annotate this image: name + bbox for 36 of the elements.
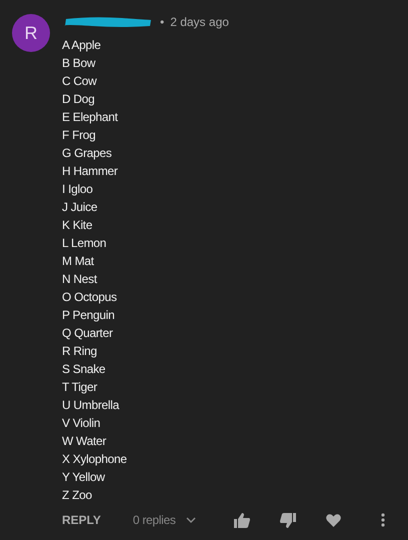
replies-toggle[interactable]: 0 replies: [132, 513, 196, 527]
comment-line: Y Yellow: [62, 469, 106, 486]
avatar[interactable]: R: [12, 14, 50, 52]
comment-line: V Violin: [62, 415, 102, 432]
comment-line: Q Quarter: [62, 325, 114, 342]
comment-line: L Lemon: [62, 235, 108, 252]
comment-line: I Igloo: [62, 181, 94, 198]
comment-line: Z Zoo: [62, 487, 93, 504]
comment-line: F Frog: [62, 127, 97, 144]
chevron-down-icon: [186, 517, 196, 523]
heart-icon[interactable]: [326, 514, 341, 526]
comment-line: E Elephant: [62, 109, 119, 126]
separator: •: [160, 15, 164, 29]
comment-line: G Grapes: [62, 145, 113, 162]
thumbs-down-icon[interactable]: [280, 512, 296, 528]
comment-line: O Octopus: [62, 289, 118, 306]
comment-line: N Nest: [62, 271, 98, 288]
reply-button[interactable]: REPLY: [62, 513, 101, 527]
timestamp[interactable]: 2 days ago: [170, 15, 229, 29]
comment-line: B Bow: [62, 55, 96, 72]
comment-line: K Kite: [62, 217, 94, 234]
comment-line: P Penguin: [62, 307, 116, 324]
comment-line: T Tiger: [62, 379, 98, 396]
thumbs-up-icon[interactable]: [234, 512, 250, 528]
comment-line: D Dog: [62, 91, 96, 108]
more-icon[interactable]: [380, 513, 385, 527]
comment-line: M Mat: [62, 253, 95, 270]
comment-line: H Hammer: [62, 163, 119, 180]
comment-line: A Apple: [62, 37, 102, 54]
comment-line: C Cow: [62, 73, 98, 90]
comment-line: W Water: [62, 433, 108, 450]
comment-line: J Juice: [62, 199, 98, 216]
comment-line: X Xylophone: [62, 451, 128, 468]
comment-line: U Umbrella: [62, 397, 120, 414]
comment-line: S Snake: [62, 361, 106, 378]
comment-line: R Ring: [62, 343, 98, 360]
